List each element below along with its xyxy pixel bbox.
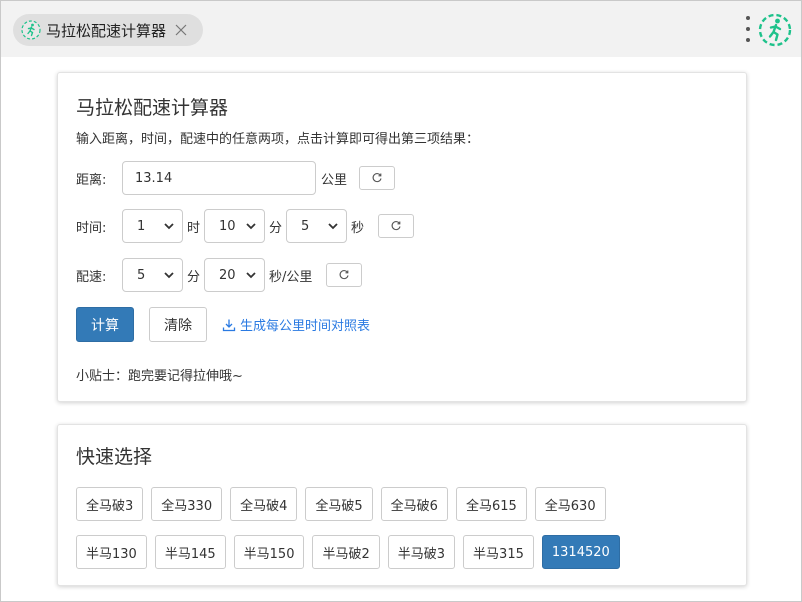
tip-text: 小贴士：跑完要记得拉伸哦~ xyxy=(76,369,243,384)
quick-option-button[interactable]: 半马315 xyxy=(463,535,534,569)
runner-icon xyxy=(21,20,41,40)
quick-option-button[interactable]: 半马150 xyxy=(233,535,305,569)
hours-unit: 时 xyxy=(187,220,201,236)
pace-minutes-select[interactable]: 5 xyxy=(122,258,183,292)
quick-option-button[interactable]: 全马破6 xyxy=(380,487,448,521)
seconds-select[interactable]: 5 xyxy=(286,209,348,243)
distance-input[interactable] xyxy=(122,161,316,195)
quick-option-button[interactable]: 全马630 xyxy=(534,487,606,521)
distance-row: 距离: 公里 xyxy=(76,161,396,195)
quick-option-button[interactable]: 半马130 xyxy=(76,535,147,569)
hours-select[interactable]: 1 xyxy=(122,209,183,243)
reset-distance-button[interactable] xyxy=(359,166,396,190)
chevron-down-icon xyxy=(246,272,256,279)
tab-marathon-pace[interactable]: 马拉松配速计算器 xyxy=(13,14,203,46)
reset-time-button[interactable] xyxy=(378,214,415,238)
download-icon xyxy=(222,319,236,331)
chevron-down-icon xyxy=(246,223,256,230)
tab-title: 马拉松配速计算器 xyxy=(46,21,167,40)
minutes-unit: 分 xyxy=(269,220,283,236)
minutes-value: 10 xyxy=(219,218,236,234)
hours-value: 1 xyxy=(137,218,146,234)
quick-option-button[interactable]: 全马615 xyxy=(455,487,527,521)
quick-select-row-2: 半马130 半马145 半马150 半马破2 半马破3 半马315 131452… xyxy=(76,535,736,569)
distance-label: 距离: xyxy=(76,172,107,188)
generate-table-link[interactable]: 生成每公里时间对照表 xyxy=(222,315,370,334)
clear-button[interactable]: 清除 xyxy=(149,307,207,342)
quick-option-button[interactable]: 全马破4 xyxy=(230,487,298,521)
quick-option-button-selected[interactable]: 1314520 xyxy=(541,535,620,569)
quick-option-button[interactable]: 半马破3 xyxy=(387,535,456,569)
chevron-down-icon xyxy=(164,272,174,279)
action-row: 计算 清除 生成每公里时间对照表 xyxy=(76,307,370,342)
time-row: 时间: 1 时 10 分 5 秒 xyxy=(76,209,415,243)
chevron-down-icon xyxy=(328,223,338,230)
refresh-icon xyxy=(340,270,349,280)
instructions-text: 输入距离，时间，配速中的任意两项，点击计算即可得出第三项结果： xyxy=(76,132,480,147)
pace-row: 配速: 5 分 20 秒/公里 xyxy=(76,258,363,292)
calculate-button[interactable]: 计算 xyxy=(76,307,134,342)
calculator-panel: 马拉松配速计算器 输入距离，时间，配速中的任意两项，点击计算即可得出第三项结果：… xyxy=(57,72,747,402)
quick-option-button[interactable]: 全马330 xyxy=(151,487,223,521)
reset-pace-button[interactable] xyxy=(326,263,363,287)
time-label: 时间: xyxy=(76,220,107,236)
quick-option-button[interactable]: 全马破3 xyxy=(76,487,144,521)
pace-minutes-value: 5 xyxy=(137,267,146,283)
quick-option-button[interactable]: 全马破5 xyxy=(305,487,373,521)
seconds-value: 5 xyxy=(301,218,310,234)
distance-unit: 公里 xyxy=(321,172,348,188)
pace-minutes-unit: 分 xyxy=(187,269,201,285)
quick-select-panel: 快速选择 全马破3 全马330 全马破4 全马破5 全马破6 全马615 全马6… xyxy=(57,424,747,586)
quick-select-title: 快速选择 xyxy=(76,446,153,468)
pace-label: 配速: xyxy=(76,269,107,285)
quick-option-button[interactable]: 半马145 xyxy=(154,535,226,569)
minutes-select[interactable]: 10 xyxy=(204,209,266,243)
pace-seconds-unit: 秒/公里 xyxy=(269,269,313,285)
quick-option-button[interactable]: 半马破2 xyxy=(312,535,380,569)
chevron-down-icon xyxy=(164,223,174,230)
refresh-icon xyxy=(372,173,382,183)
pace-seconds-select[interactable]: 20 xyxy=(204,258,266,292)
generate-table-label: 生成每公里时间对照表 xyxy=(240,319,371,334)
calculator-title: 马拉松配速计算器 xyxy=(76,97,229,119)
refresh-icon xyxy=(391,221,401,231)
quick-select-row-1: 全马破3 全马330 全马破4 全马破5 全马破6 全马615 全马630 xyxy=(76,487,736,521)
more-options-icon[interactable] xyxy=(741,16,755,42)
page-content: 马拉松配速计算器 输入距离，时间，配速中的任意两项，点击计算即可得出第三项结果：… xyxy=(1,57,801,601)
close-icon[interactable] xyxy=(174,23,188,37)
seconds-unit: 秒 xyxy=(351,220,365,236)
app-header: 马拉松配速计算器 xyxy=(1,1,801,57)
runner-logo-icon xyxy=(758,13,792,47)
pace-seconds-value: 20 xyxy=(219,267,236,283)
browser-frame: 马拉松配速计算器 马拉松配速计算器 输入距离，时间，配速中的任意两项，点击计算即… xyxy=(0,0,802,602)
